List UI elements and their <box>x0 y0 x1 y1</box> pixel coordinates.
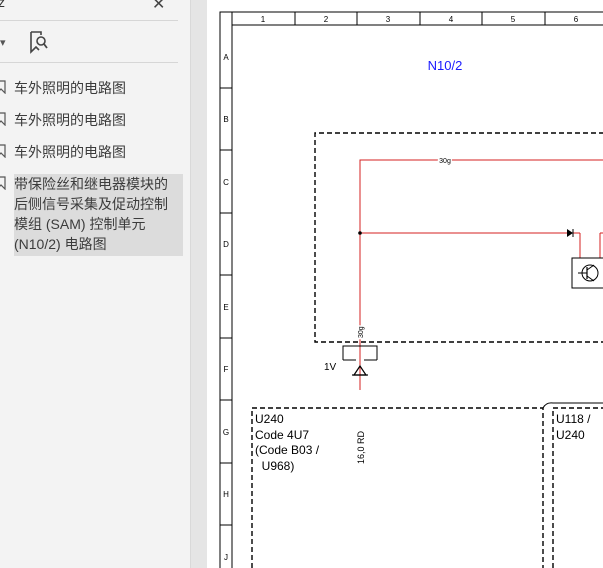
module-boundary <box>314 132 603 343</box>
wire <box>359 159 603 390</box>
option-box-line: U968) <box>255 459 294 473</box>
column-label: 4 <box>449 15 454 24</box>
wire-label: 30g <box>358 326 365 338</box>
connector-voltage-label: 1V <box>324 362 337 373</box>
wire-code-label: 16,0 RD <box>356 430 366 464</box>
column-label: 2 <box>324 15 329 24</box>
diagram-frame <box>219 11 603 568</box>
row-label: J <box>224 553 228 562</box>
row-label: E <box>223 303 228 312</box>
column-label: 6 <box>574 15 579 24</box>
option-box-line: U118 / <box>556 412 591 426</box>
option-box-right-tab <box>542 402 603 409</box>
row-label: A <box>223 53 229 62</box>
column-label: 3 <box>386 15 391 24</box>
column-label: 5 <box>511 15 516 24</box>
module-label: N10/2 <box>428 58 463 73</box>
row-label: B <box>223 115 228 124</box>
junction-dot <box>358 231 362 235</box>
row-label: F <box>224 365 229 374</box>
row-label: D <box>223 240 229 249</box>
column-label: 1 <box>261 15 266 24</box>
row-label: G <box>223 428 229 437</box>
wire-label: 30g <box>439 158 451 165</box>
circuit-diagram: 1 2 3 4 5 6 A B C D E F G H J N10/2 30g … <box>219 11 603 568</box>
option-box-line: U240 <box>255 412 284 426</box>
option-box-line: Code 4U7 <box>255 428 309 442</box>
option-box-line: U240 <box>556 428 585 442</box>
option-box-line: (Code B03 / <box>255 443 320 457</box>
row-label: C <box>223 178 229 187</box>
row-label: H <box>223 490 229 499</box>
diode-symbol <box>567 229 573 237</box>
